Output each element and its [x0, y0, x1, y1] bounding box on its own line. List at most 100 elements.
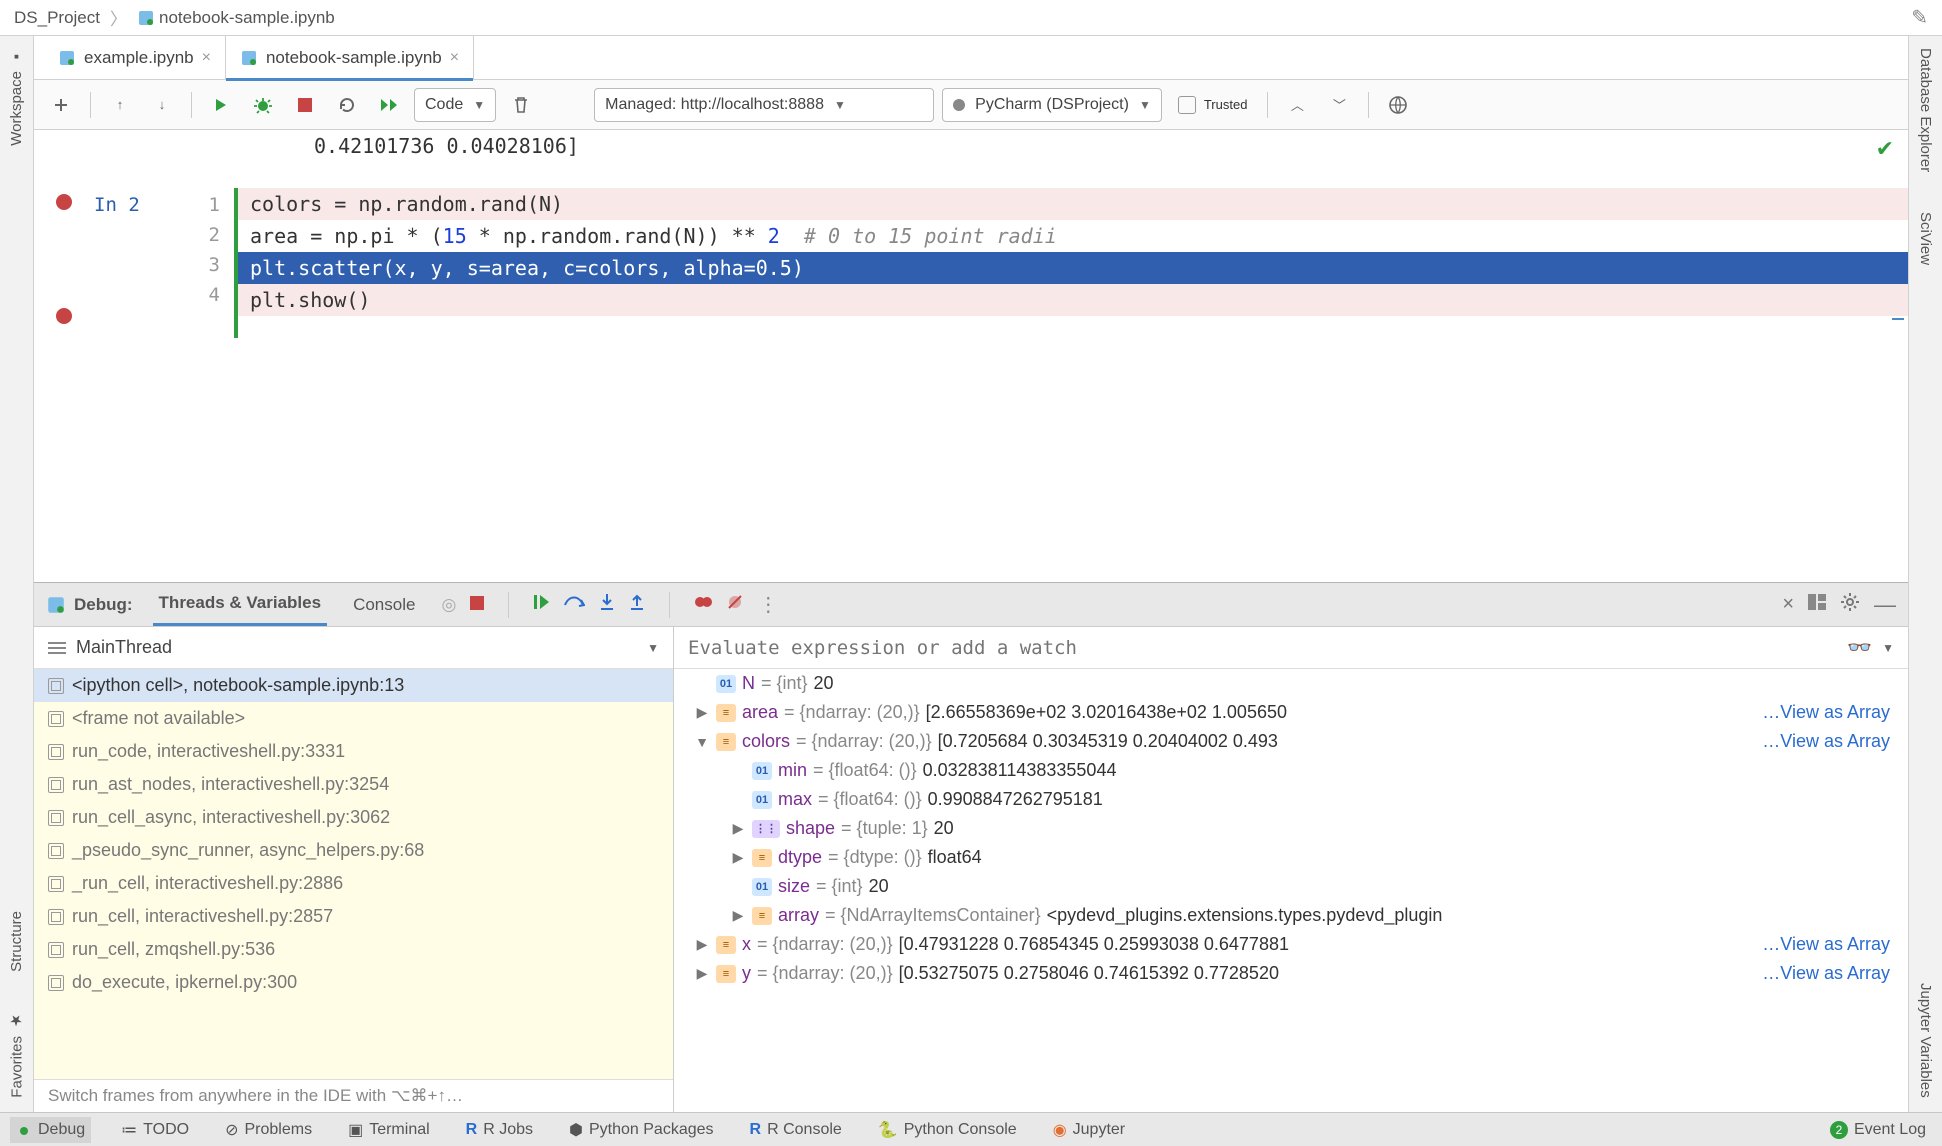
breadcrumb-file[interactable]: notebook-sample.ipynb [137, 8, 335, 28]
bottom-debug[interactable]: Debug [10, 1117, 91, 1143]
sidebar-structure[interactable]: Structure [8, 911, 25, 972]
stack-frame[interactable]: <ipython cell>, notebook-sample.ipynb:13 [34, 669, 673, 702]
tab-notebook-sample[interactable]: notebook-sample.ipynb × [226, 36, 474, 80]
variable-row[interactable]: ▶⋮⋮ shape = {tuple: 1} 20 [674, 814, 1908, 843]
eval-input[interactable] [688, 637, 1837, 659]
variable-row[interactable]: 01 size = {int} 20 [674, 872, 1908, 901]
stack-frame[interactable]: run_cell, zmqshell.py:536 [34, 933, 673, 966]
variable-row[interactable]: 01 min = {float64: ()} 0.032838114383355… [674, 756, 1908, 785]
stack-frame[interactable]: run_ast_nodes, interactiveshell.py:3254 [34, 768, 673, 801]
close-icon[interactable]: × [202, 49, 211, 67]
sidebar-jupyter-variables[interactable]: Jupyter Variables [1917, 983, 1934, 1098]
sidebar-favorites[interactable]: Favorites ★ [8, 1012, 26, 1098]
chevron-down-icon[interactable]: ▼ [1882, 641, 1894, 655]
trusted-checkbox[interactable]: Trusted [1170, 96, 1256, 114]
step-out-button[interactable] [629, 592, 645, 617]
variable-row[interactable]: ▶≡ area = {ndarray: (20,)} [2.66558369e+… [674, 698, 1908, 727]
server-select[interactable]: Managed: http://localhost:8888▼ [594, 88, 934, 122]
variable-row[interactable]: ▶≡ array = {NdArrayItemsContainer} <pyde… [674, 901, 1908, 930]
twist-icon[interactable]: ▶ [730, 907, 746, 924]
view-as-array-link[interactable]: …View as Array [1762, 731, 1900, 752]
bottom-python-packages[interactable]: ⬢Python Packages [563, 1116, 720, 1144]
sidebar-database-explorer[interactable]: Database Explorer [1917, 48, 1934, 172]
move-down-button[interactable]: ↓ [145, 88, 179, 122]
twist-icon[interactable]: ▶ [730, 849, 746, 866]
bottom-problems[interactable]: ⊘Problems [219, 1116, 318, 1144]
run-button[interactable] [204, 88, 238, 122]
cell-type-select[interactable]: Code▼ [414, 88, 496, 122]
stack-frame[interactable]: run_cell_async, interactiveshell.py:3062 [34, 801, 673, 834]
debug-button[interactable] [246, 88, 280, 122]
step-over-button[interactable] [563, 593, 585, 616]
code-line[interactable]: plt.show() [238, 284, 1908, 316]
code-line[interactable]: colors = np.random.rand(N) [238, 188, 1908, 220]
bottom-terminal[interactable]: ▣Terminal [342, 1116, 436, 1144]
variable-row[interactable]: 01 N = {int} 20 [674, 669, 1908, 698]
more-icon[interactable]: ⋮ [758, 592, 778, 617]
target-icon[interactable]: ◎ [441, 595, 456, 615]
variable-row[interactable]: 01 max = {float64: ()} 0.990884726279518… [674, 785, 1908, 814]
close-panel-button[interactable]: × [1782, 593, 1794, 616]
tab-console[interactable]: Console [347, 585, 421, 625]
stack-frame[interactable]: <frame not available> [34, 702, 673, 735]
breadcrumb-project[interactable]: DS_Project [14, 8, 100, 28]
twist-icon[interactable]: ▶ [694, 936, 710, 953]
twist-icon[interactable]: ▶ [694, 704, 710, 721]
twist-icon[interactable]: ▶ [694, 965, 710, 982]
view-as-array-link[interactable]: …View as Array [1762, 934, 1900, 955]
sidebar-workspace[interactable]: Workspace ▪ [8, 48, 25, 146]
stack-frame[interactable]: _run_cell, interactiveshell.py:2886 [34, 867, 673, 900]
bottom-event-log[interactable]: 2Event Log [1824, 1117, 1932, 1143]
code-body[interactable]: colors = np.random.rand(N)area = np.pi *… [234, 188, 1908, 338]
bottom-r-jobs[interactable]: RR Jobs [460, 1117, 539, 1143]
variables-tree[interactable]: 01 N = {int} 20▶≡ area = {ndarray: (20,)… [674, 669, 1908, 1112]
frames-list[interactable]: <ipython cell>, notebook-sample.ipynb:13… [34, 669, 673, 1079]
breakpoint-marker[interactable] [56, 308, 72, 324]
stack-frame[interactable]: do_execute, ipkernel.py:300 [34, 966, 673, 999]
close-icon[interactable]: × [450, 49, 459, 67]
variable-row[interactable]: ▼≡ colors = {ndarray: (20,)} [0.7205684 … [674, 727, 1908, 756]
bottom-r-console[interactable]: RR Console [744, 1117, 848, 1143]
tab-example[interactable]: example.ipynb × [44, 36, 226, 80]
step-into-button[interactable] [599, 592, 615, 617]
restart-button[interactable] [330, 88, 364, 122]
editor[interactable]: ✔ 0.42101736 0.04028106] In 2 1234 color… [34, 130, 1908, 582]
thread-select[interactable]: MainThread ▼ [34, 627, 673, 669]
sidebar-sciview[interactable]: SciView [1917, 212, 1934, 265]
minimize-icon[interactable]: — [1874, 592, 1896, 618]
run-all-button[interactable] [372, 88, 406, 122]
bottom-jupyter[interactable]: ◉Jupyter [1047, 1116, 1131, 1144]
stack-frame[interactable]: run_cell, interactiveshell.py:2857 [34, 900, 673, 933]
layout-icon[interactable] [1808, 594, 1826, 615]
glasses-icon[interactable]: 👓 [1847, 635, 1872, 660]
stop-button[interactable] [288, 88, 322, 122]
code-line[interactable]: area = np.pi * (15 * np.random.rand(N)) … [238, 220, 1908, 252]
resume-button[interactable] [533, 593, 549, 616]
breakpoint-marker[interactable] [56, 194, 72, 210]
collapse-down-button[interactable]: ﹀ [1322, 88, 1356, 122]
view-as-array-link[interactable]: …View as Array [1762, 702, 1900, 723]
breakpoint-marker[interactable] [56, 232, 72, 248]
collapse-up-button[interactable]: ︿ [1280, 88, 1314, 122]
kernel-select[interactable]: PyCharm (DSProject)▼ [942, 88, 1162, 122]
view-as-array-link[interactable]: …View as Array [1762, 963, 1900, 984]
bottom-python-console[interactable]: 🐍Python Console [872, 1116, 1023, 1144]
add-cell-button[interactable] [44, 88, 78, 122]
stack-frame[interactable]: run_code, interactiveshell.py:3331 [34, 735, 673, 768]
bottom-todo[interactable]: ≔TODO [115, 1116, 195, 1144]
code-line[interactable]: plt.scatter(x, y, s=area, c=colors, alph… [238, 252, 1908, 284]
breakpoint-gutter[interactable] [34, 188, 94, 338]
mute-breakpoints-button[interactable] [726, 593, 744, 616]
twist-icon[interactable]: ▼ [694, 734, 710, 750]
tab-threads-variables[interactable]: Threads & Variables [153, 583, 328, 626]
breakpoint-marker[interactable] [56, 270, 72, 286]
stop-button[interactable] [470, 595, 484, 615]
view-breakpoints-button[interactable] [694, 593, 712, 616]
variable-row[interactable]: ▶≡ dtype = {dtype: ()} float64 [674, 843, 1908, 872]
delete-button[interactable] [504, 88, 538, 122]
stack-frame[interactable]: _pseudo_sync_runner, async_helpers.py:68 [34, 834, 673, 867]
move-up-button[interactable]: ↑ [103, 88, 137, 122]
edit-icon[interactable]: ✎ [1911, 5, 1928, 30]
globe-icon[interactable] [1381, 88, 1415, 122]
variable-row[interactable]: ▶≡ y = {ndarray: (20,)} [0.53275075 0.27… [674, 959, 1908, 988]
